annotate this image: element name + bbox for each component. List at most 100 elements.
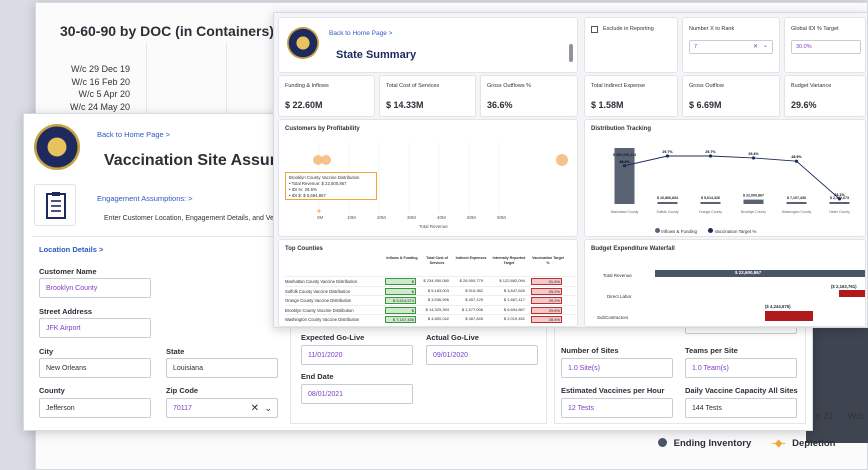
actual-golive-label: Actual Go-Live	[426, 333, 479, 342]
category-label: Orange County	[699, 210, 722, 214]
table-row[interactable]: Orange County Vaccine Distribution $ 3,61…	[285, 295, 575, 305]
table-row[interactable]: Washington County Vaccine Distribution $ …	[285, 314, 575, 324]
category-label: Brooklyn County	[741, 210, 766, 214]
daily-capacity-input[interactable]: 144 Tests	[685, 398, 797, 418]
global-target-input[interactable]: 30.0%	[791, 40, 861, 54]
table-cell: $ 3,647,640	[503, 287, 525, 293]
table-cell: $	[385, 278, 416, 285]
kpi-label: Budget Variance	[791, 83, 832, 89]
scatter-point[interactable]	[317, 209, 321, 213]
chevron-down-icon[interactable]: ⌄	[264, 403, 272, 414]
street-address-input[interactable]: JFK Airport	[39, 318, 151, 338]
number-rank-select[interactable]: 7 ✕ ⌄	[689, 40, 773, 54]
bottom-date: n 21	[816, 411, 834, 421]
end-date-input[interactable]: 08/01/2021	[301, 384, 413, 404]
zip-code-label: Zip Code	[166, 386, 199, 395]
engagement-assumptions-link[interactable]: Engagement Assumptions: >	[97, 194, 193, 203]
bar-value-label: $ 5,614,326	[701, 196, 720, 200]
bar[interactable]	[786, 202, 807, 204]
table-header-row: Inflows & Funding Total Cost of Services I…	[285, 256, 575, 276]
category-label: Suffolk County	[657, 210, 679, 214]
table-cell: $ 26,900,779	[459, 278, 483, 283]
x-tick-label: 30M	[407, 215, 416, 220]
line-point[interactable]	[622, 164, 627, 168]
customer-name-input[interactable]: Brooklyn County	[39, 278, 151, 298]
kpi-tile: Total Cost of Services $ 14.33M	[379, 75, 476, 117]
back-to-home-link[interactable]: Back to Home Page >	[97, 130, 170, 139]
dashboard-title: 30-60-90 by DOC (in Containers)	[60, 23, 274, 39]
kpi-label: Funding & Inflows	[285, 83, 329, 89]
x-tick-label: 50M	[467, 215, 476, 220]
table-row[interactable]: Brooklyn County Vaccine Distribution $ $ 1…	[285, 304, 575, 315]
kpi-label: Total Cost of Services	[386, 83, 440, 89]
table-cell: $ 915,382	[465, 287, 483, 293]
number-of-sites-input[interactable]: 1.0 Site(s)	[561, 358, 673, 378]
expected-golive-input[interactable]: 11/01/2020	[301, 345, 413, 365]
line-point[interactable]	[708, 154, 713, 158]
header-tile: Back to Home Page > State Summary	[278, 17, 578, 73]
scatter-tooltip: Brooklyn County Vaccine Distribution • T…	[285, 172, 377, 200]
teams-per-site-label: Teams per Site	[685, 346, 738, 355]
kpi-label: Total Indirect Expense	[591, 83, 646, 89]
scrollbar-handle[interactable]	[569, 44, 573, 62]
table-cell: $ 3,536,996	[427, 297, 449, 302]
target-legend-icon	[708, 228, 714, 233]
waterfall-label: ($ 4,244,675)	[765, 304, 791, 309]
actual-golive-input[interactable]: 09/01/2020	[426, 345, 538, 365]
bar[interactable]	[700, 202, 721, 204]
location-details-link[interactable]: Location Details >	[39, 245, 103, 254]
waterfall-label: ($ 2,163,761)	[831, 284, 857, 289]
bar[interactable]	[743, 199, 764, 204]
line-point[interactable]	[794, 159, 799, 163]
state-input[interactable]: Louisiana	[166, 358, 278, 378]
line-value-label: 28.2%	[619, 160, 630, 164]
zip-code-value: 70117	[173, 405, 192, 412]
table-cell: 25.2%	[531, 287, 562, 295]
kpi-value: $ 14.33M	[386, 100, 424, 110]
line-value-label: 23.1%	[834, 193, 845, 197]
line-point[interactable]	[837, 197, 842, 201]
kpi-tile: Budget Variance 29.6%	[784, 75, 866, 117]
table-cell: $ 7,107,436	[385, 316, 416, 323]
date-label: W/c 16 Feb 20	[71, 76, 130, 87]
city-input[interactable]: New Orleans	[39, 358, 151, 378]
chevron-down-icon[interactable]: ⌄	[763, 42, 768, 49]
table-row[interactable]: Suffolk County Vaccine Distribution $ $ 5,…	[285, 285, 575, 296]
county-name-cell: Brooklyn County Vaccine Distribution	[285, 307, 354, 313]
table-cell: $ 234,950,080	[423, 278, 449, 283]
daily-capacity-label: Daily Vaccine Capacity All Sites	[685, 386, 798, 395]
table-cell: 31.6%	[531, 278, 562, 285]
table-cell: $ 2,019,451	[503, 316, 525, 321]
exclude-checkbox[interactable]	[591, 26, 598, 33]
clear-icon[interactable]: ✕	[251, 403, 259, 414]
table-cell: $	[385, 306, 416, 314]
bar[interactable]	[829, 202, 850, 204]
category-label: Washington County	[782, 210, 812, 214]
number-of-sites-label: Number of Sites	[561, 346, 619, 355]
bar[interactable]	[657, 202, 678, 204]
top-counties-table: Inflows & Funding Total Cost of Services I…	[285, 256, 575, 324]
county-input[interactable]: Jefferson	[39, 398, 151, 418]
vaccines-per-hour-input[interactable]: 12 Tests	[561, 398, 673, 418]
county-label: County	[39, 386, 65, 395]
teams-per-site-input[interactable]: 1.0 Team(s)	[685, 358, 797, 378]
back-to-home-link[interactable]: Back to Home Page >	[329, 30, 392, 37]
scatter-point[interactable]	[321, 155, 331, 165]
bar-value-label: $ 7,107,436	[787, 196, 806, 200]
table-header-cell: Internally Reported Target	[492, 256, 526, 265]
table-cell: $ 5,183,003	[427, 287, 449, 293]
table-row[interactable]: Manhattan County Vaccine Distribution $ $ …	[285, 276, 575, 286]
chart-legend: Ending Inventory -◆- Depletion	[658, 438, 835, 449]
kpi-value: $ 1.58M	[591, 100, 624, 110]
kpi-tile: Total Indirect Expense $ 1.58M	[584, 75, 678, 117]
divider	[32, 236, 282, 237]
line-point[interactable]	[665, 154, 670, 158]
zip-code-select[interactable]: 70117 ✕ ⌄	[166, 398, 278, 418]
customer-name-label: Customer Name	[39, 267, 97, 276]
scatter-point[interactable]	[556, 154, 568, 166]
line-point[interactable]	[751, 156, 756, 160]
clear-icon[interactable]: ✕	[753, 43, 758, 50]
global-target-label: Global IDI % Target	[791, 26, 839, 32]
chart-legend: Inflows & Funding Vaccination Target %	[655, 228, 756, 234]
grid-line	[146, 43, 147, 123]
